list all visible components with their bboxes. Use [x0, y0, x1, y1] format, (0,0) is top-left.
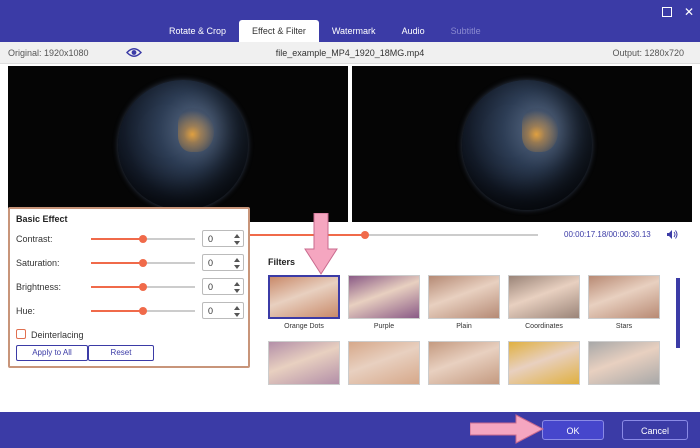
tab-bar: Rotate & Crop Effect & Filter Watermark … [156, 20, 494, 42]
filter-thumbnail[interactable] [588, 275, 660, 319]
file-name: file_example_MP4_1920_18MG.mp4 [275, 48, 425, 58]
apply-to-all-button[interactable]: Apply to All [16, 345, 88, 361]
hue-row: Hue: 0 [16, 302, 246, 320]
hue-label: Hue: [16, 306, 36, 316]
arrow-down-icon [304, 213, 338, 275]
filter-label: Orange Dots [284, 323, 324, 330]
progress-handle[interactable] [360, 231, 369, 239]
maximize-icon[interactable] [660, 5, 674, 19]
brightness-stepper[interactable]: 0 [202, 278, 244, 295]
volume-icon[interactable] [666, 229, 678, 240]
deinterlacing-label: Deinterlacing [31, 330, 84, 340]
filters-scrollbar[interactable] [674, 276, 682, 416]
title-bar: ✕ Rotate & Crop Effect & Filter Watermar… [0, 0, 700, 42]
time-readout: 00:00:17.18/00:00:30.13 [564, 230, 651, 239]
earth-image [118, 80, 248, 210]
saturation-label: Saturation: [16, 258, 60, 268]
filter-thumbnail[interactable] [348, 341, 420, 385]
filter-thumbnail[interactable] [508, 341, 580, 385]
output-resolution: Output: 1280x720 [612, 48, 684, 58]
tab-effect-filter[interactable]: Effect & Filter [239, 20, 319, 42]
filter-label: Coordinates [525, 323, 563, 330]
brightness-label: Brightness: [16, 282, 62, 292]
hue-stepper[interactable]: 0 [202, 302, 244, 319]
deinterlacing-checkbox[interactable] [16, 329, 26, 339]
filter-thumbnail[interactable] [428, 341, 500, 385]
filter-thumbnail[interactable] [588, 341, 660, 385]
filters-title: Filters [268, 257, 296, 267]
output-preview [352, 66, 692, 222]
tab-watermark[interactable]: Watermark [319, 20, 389, 42]
contrast-label: Contrast: [16, 234, 53, 244]
filter-label: Stars [615, 323, 633, 330]
filter-thumbnail[interactable] [268, 341, 340, 385]
tab-subtitle[interactable]: Subtitle [438, 20, 494, 42]
arrow-right-icon [470, 414, 544, 444]
contrast-stepper[interactable]: 0 [202, 230, 244, 247]
reset-button[interactable]: Reset [88, 345, 154, 361]
brightness-row: Brightness: 0 [16, 278, 246, 296]
tab-rotate-crop[interactable]: Rotate & Crop [156, 20, 239, 42]
basic-effect-panel: Basic Effect Contrast: 0 Saturation: 0 B… [8, 207, 250, 368]
info-bar: Original: 1920x1080 file_example_MP4_192… [0, 42, 700, 64]
filter-thumbnail[interactable] [268, 275, 340, 319]
original-preview [8, 66, 348, 222]
hue-slider[interactable] [91, 307, 195, 315]
basic-effect-title: Basic Effect [16, 214, 68, 224]
brightness-slider[interactable] [91, 283, 195, 291]
saturation-row: Saturation: 0 [16, 254, 246, 272]
earth-image [462, 80, 592, 210]
ok-button[interactable]: OK [542, 420, 604, 440]
filter-thumbnail[interactable] [428, 275, 500, 319]
filter-label: Purple [373, 323, 395, 330]
tab-audio[interactable]: Audio [389, 20, 438, 42]
contrast-slider[interactable] [91, 235, 195, 243]
contrast-row: Contrast: 0 [16, 230, 246, 248]
bottom-bar: OK Cancel [0, 412, 700, 448]
filter-thumbnail[interactable] [348, 275, 420, 319]
close-icon[interactable]: ✕ [682, 5, 696, 19]
filter-thumbnail[interactable] [508, 275, 580, 319]
saturation-slider[interactable] [91, 259, 195, 267]
cancel-button[interactable]: Cancel [622, 420, 688, 440]
filter-label: Plain [456, 323, 472, 330]
saturation-stepper[interactable]: 0 [202, 254, 244, 271]
